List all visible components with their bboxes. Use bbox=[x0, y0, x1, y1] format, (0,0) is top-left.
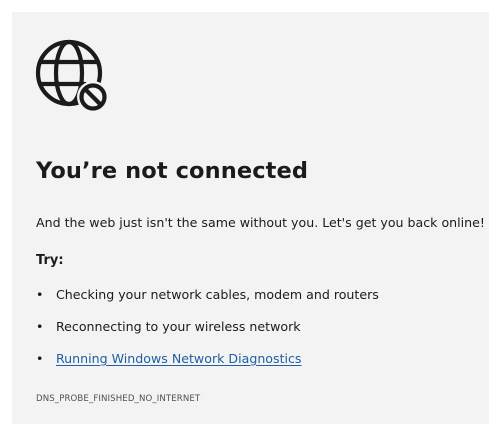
bullet: • bbox=[36, 319, 44, 334]
bullet: • bbox=[36, 287, 44, 302]
globe-no-connection-icon bbox=[35, 38, 109, 112]
bullet: • bbox=[36, 351, 44, 366]
suggestion-check-cables: Checking your network cables, modem and … bbox=[56, 287, 379, 302]
suggestion-reconnect-wireless: Reconnecting to your wireless network bbox=[56, 319, 301, 334]
try-heading: Try: bbox=[36, 253, 64, 268]
network-diagnostics-link[interactable]: Running Windows Network Diagnostics bbox=[56, 351, 302, 366]
error-page-panel: You’re not connected And the web just is… bbox=[12, 12, 489, 424]
error-message: And the web just isn't the same without … bbox=[36, 215, 485, 230]
error-code: DNS_PROBE_FINISHED_NO_INTERNET bbox=[36, 394, 201, 404]
page-title: You’re not connected bbox=[36, 158, 309, 184]
